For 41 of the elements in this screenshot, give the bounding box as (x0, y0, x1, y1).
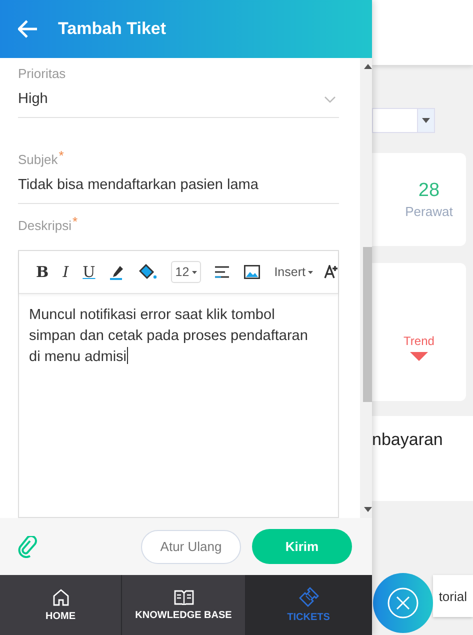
priority-select[interactable]: High (18, 90, 340, 108)
align-left-icon[interactable] (215, 266, 230, 278)
chevron-down-icon (324, 96, 336, 102)
reset-button[interactable]: Atur Ulang (141, 530, 241, 564)
font-size-icon[interactable] (324, 265, 338, 279)
description-text: Muncul notifikasi error saat klik tombol simpan dan cetak pada proses pendaftaran di menu admisi (28, 306, 309, 367)
image-icon[interactable] (244, 265, 260, 279)
caret-down-icon (192, 270, 198, 274)
caret-down-icon (422, 118, 430, 123)
underline-button[interactable]: U (82, 263, 96, 281)
stat-label: Perawat (405, 204, 453, 219)
field-label: Deskripsi (18, 218, 72, 233)
bold-button[interactable]: B (36, 263, 49, 281)
subject-field[interactable]: Tidak bisa mendaftarkan pasien lama (18, 176, 340, 194)
close-icon (387, 587, 419, 619)
pen-icon[interactable] (109, 264, 126, 280)
home-icon (52, 588, 70, 606)
scroll-up-icon[interactable] (364, 64, 372, 69)
nav-tab[interactable]: HOME (0, 575, 122, 635)
paperclip-icon[interactable] (18, 536, 38, 558)
required-mark: * (58, 148, 64, 163)
italic-button[interactable]: I (62, 263, 69, 281)
window-title: Tambah Tiket (58, 19, 166, 39)
caret-down-icon (308, 270, 314, 274)
insert-dropdown[interactable]: Insert (274, 265, 314, 279)
trend-label: Trend (404, 334, 434, 348)
scroll-thumb[interactable] (363, 247, 372, 402)
stat-value: 28 (418, 180, 440, 202)
scroll-down-icon[interactable] (364, 507, 372, 512)
required-mark: * (72, 214, 78, 229)
field-label: Subjek (18, 152, 58, 167)
ticket-icon (298, 587, 318, 607)
font-size-dropdown[interactable]: 12 (171, 261, 202, 283)
scrollbar[interactable] (360, 58, 372, 518)
nav-tab[interactable]: KNOWLEDGE BASE (122, 575, 246, 635)
field-label: Prioritas (18, 66, 66, 81)
back-arrow-icon[interactable] (18, 20, 38, 38)
tutorial-tab[interactable]: torial (433, 575, 473, 617)
book-icon (174, 589, 194, 605)
down-triangle-icon (410, 352, 428, 360)
section-heading: nbayaran (372, 430, 443, 450)
